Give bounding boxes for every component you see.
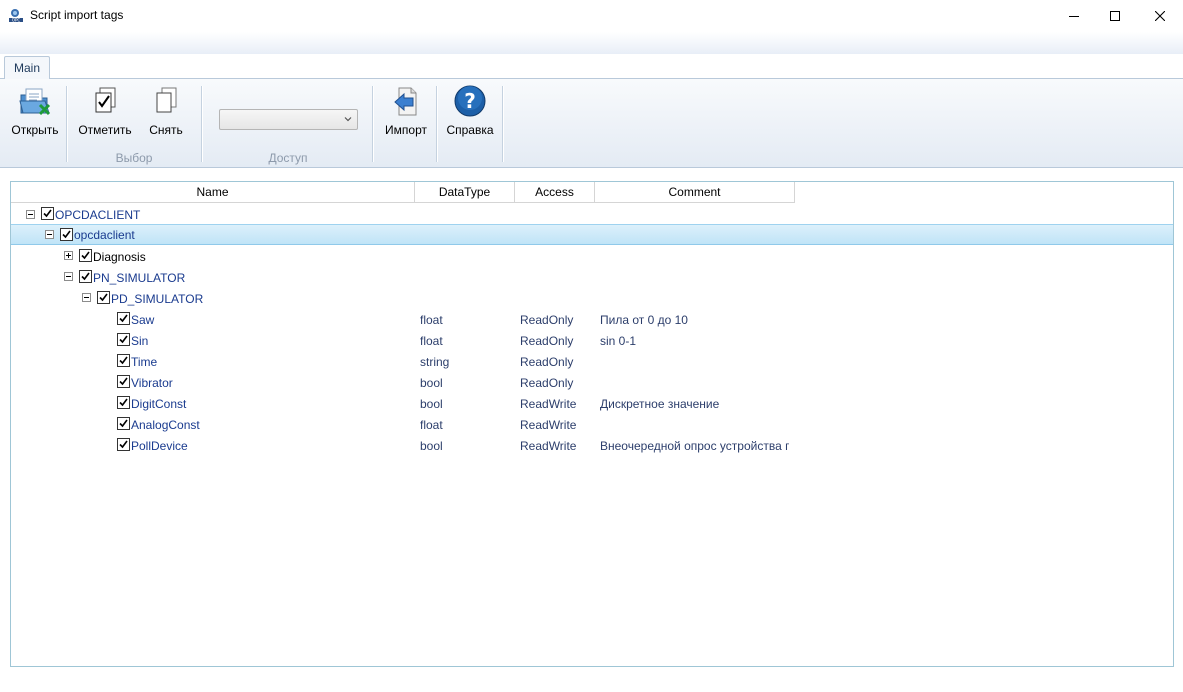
tag-datatype: bool: [420, 376, 443, 390]
column-header-datatype[interactable]: DataType: [415, 182, 515, 203]
tag-name: Vibrator: [131, 376, 173, 390]
tag-row[interactable]: Saw float ReadOnly Пила от 0 до 10: [11, 309, 1173, 330]
tags-tree-grid[interactable]: Name DataType Access Comment OPCDACLIENT…: [10, 181, 1174, 667]
tag-comment: Внеочередной опрос устройства г: [600, 439, 789, 453]
checkbox-checked[interactable]: [79, 270, 92, 283]
unmark-label: Снять: [149, 123, 183, 137]
group-label-select: Выбор: [115, 151, 153, 165]
open-folder-icon: [19, 88, 51, 116]
minimize-button[interactable]: [1051, 0, 1097, 32]
collapse-toggle-icon[interactable]: [82, 293, 91, 302]
uncheck-icon: [156, 87, 177, 113]
tag-access: ReadWrite: [520, 439, 577, 453]
column-header-name[interactable]: Name: [11, 182, 415, 203]
ribbon-separator: [372, 86, 373, 162]
help-button[interactable]: ? Справка: [444, 85, 496, 137]
tag-name: PollDevice: [131, 439, 188, 453]
mark-label: Отметить: [78, 123, 132, 137]
tree-row-opcdaclient[interactable]: opcdaclient: [11, 224, 1173, 245]
minimize-icon: [1069, 16, 1079, 17]
tree-node-label: Diagnosis: [93, 250, 146, 264]
ribbon-separator: [436, 86, 437, 162]
checkbox-checked[interactable]: [117, 375, 130, 388]
checkbox-checked[interactable]: [117, 417, 130, 430]
expand-toggle-icon[interactable]: [64, 251, 73, 260]
tag-row[interactable]: Sin float ReadOnly sin 0-1: [11, 330, 1173, 351]
tree-node-label: PN_SIMULATOR: [93, 271, 186, 285]
ribbon-separator: [502, 86, 503, 162]
open-button[interactable]: Открыть: [8, 85, 62, 137]
column-header-comment[interactable]: Comment: [595, 182, 795, 203]
collapse-toggle-icon[interactable]: [26, 210, 35, 219]
checkbox-checked[interactable]: [97, 291, 110, 304]
tag-access: ReadWrite: [520, 397, 577, 411]
checkbox-checked[interactable]: [117, 333, 130, 346]
tag-row[interactable]: Vibrator bool ReadOnly: [11, 372, 1173, 393]
tree-row-diagnosis[interactable]: Diagnosis: [11, 246, 1173, 267]
tree-row-opcdaclient-root[interactable]: OPCDACLIENT: [11, 204, 1173, 225]
tag-access: ReadOnly: [520, 313, 574, 327]
close-icon: [1155, 11, 1165, 21]
close-button[interactable]: [1137, 0, 1183, 32]
tag-row[interactable]: PollDevice bool ReadWrite Внеочередной о…: [11, 435, 1173, 456]
help-label: Справка: [446, 123, 494, 137]
tag-name: AnalogConst: [131, 418, 200, 432]
tag-comment: sin 0-1: [600, 334, 637, 348]
tag-name: Saw: [131, 313, 155, 327]
opc-app-icon: OPC: [8, 8, 24, 24]
tag-name: Sin: [131, 334, 149, 348]
tag-access: ReadOnly: [520, 334, 574, 348]
maximize-button[interactable]: [1092, 0, 1138, 32]
checkbox-checked[interactable]: [60, 228, 73, 241]
access-select[interactable]: [219, 109, 358, 130]
svg-text:OPC: OPC: [12, 18, 21, 23]
tag-datatype: float: [420, 334, 443, 348]
collapse-toggle-icon[interactable]: [64, 272, 73, 281]
checkbox-checked[interactable]: [117, 396, 130, 409]
svg-text:?: ?: [464, 89, 476, 113]
import-button[interactable]: Импорт: [380, 85, 432, 137]
chevron-down-icon: [344, 117, 352, 122]
tree-node-label: PD_SIMULATOR: [111, 292, 204, 306]
import-icon: [394, 87, 417, 116]
tag-name: Time: [131, 355, 158, 369]
tag-access: ReadOnly: [520, 355, 574, 369]
tag-datatype: string: [420, 355, 450, 369]
tag-access: ReadOnly: [520, 376, 574, 390]
tag-access: ReadWrite: [520, 418, 577, 432]
collapse-toggle-icon[interactable]: [45, 230, 54, 239]
help-icon: ?: [454, 85, 486, 117]
column-header-access[interactable]: Access: [515, 182, 595, 203]
checkbox-checked[interactable]: [117, 354, 130, 367]
tag-row[interactable]: AnalogConst float ReadWrite: [11, 414, 1173, 435]
tag-datatype: bool: [420, 397, 443, 411]
tree-row-pd-simulator[interactable]: PD_SIMULATOR: [11, 288, 1173, 309]
checkbox-checked[interactable]: [117, 438, 130, 451]
tag-comment: Дискретное значение: [600, 397, 720, 411]
title-bar: OPC Script import tags: [0, 0, 1183, 32]
tag-name: DigitConst: [131, 397, 187, 411]
tab-main[interactable]: Main: [4, 56, 50, 79]
tag-datatype: float: [420, 313, 443, 327]
checkbox-checked[interactable]: [117, 312, 130, 325]
tree-row-pn-simulator[interactable]: PN_SIMULATOR: [11, 267, 1173, 288]
maximize-icon: [1110, 11, 1120, 21]
tag-comment: Пила от 0 до 10: [600, 313, 688, 327]
tag-row[interactable]: DigitConst bool ReadWrite Дискретное зна…: [11, 393, 1173, 414]
mark-button[interactable]: Отметить: [76, 85, 134, 137]
group-label-access: Доступ: [268, 151, 308, 165]
ribbon-header: [0, 32, 1183, 54]
tag-datatype: float: [420, 418, 443, 432]
tag-row[interactable]: Time string ReadOnly: [11, 351, 1173, 372]
checklist-icon: [95, 87, 116, 113]
tree-node-label: opcdaclient: [74, 228, 135, 242]
tag-datatype: bool: [420, 439, 443, 453]
tree-node-label: OPCDACLIENT: [55, 208, 141, 222]
window-title: Script import tags: [30, 8, 124, 22]
open-label: Открыть: [11, 123, 59, 137]
checkbox-checked[interactable]: [41, 207, 54, 220]
unmark-button[interactable]: Снять: [140, 85, 192, 137]
checkbox-checked[interactable]: [79, 249, 92, 262]
import-label: Импорт: [385, 123, 427, 137]
